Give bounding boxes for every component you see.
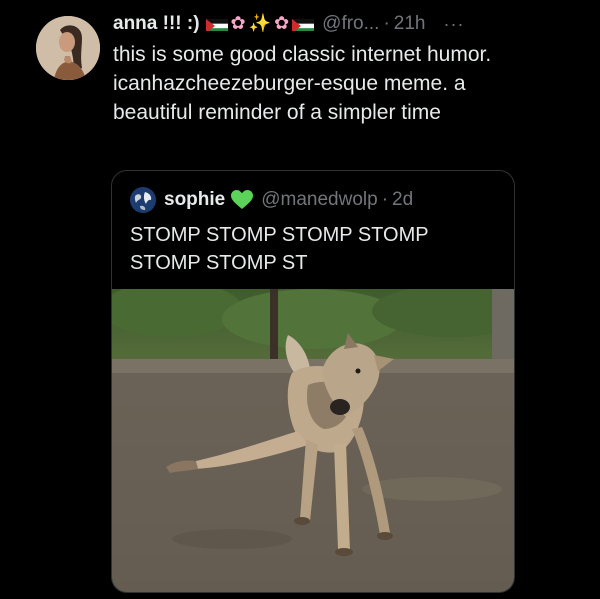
palestine-flag-icon (205, 17, 228, 31)
separator-dot: · (383, 13, 390, 34)
author-handle[interactable]: @fro... (322, 13, 379, 35)
earth-globe-icon (130, 187, 156, 213)
separator-dot: · (381, 189, 389, 210)
more-options-icon[interactable]: ··· (443, 14, 464, 35)
palestine-flag-icon (292, 17, 315, 31)
wolf-photo[interactable] (112, 289, 514, 592)
quoted-tweet-header: sophie @manedwolp · 2d (130, 185, 413, 215)
avatar-portrait-icon (36, 16, 100, 80)
quoted-tweet-card[interactable]: sophie @manedwolp · 2d STOMP STOMP STOMP… (111, 170, 515, 593)
quote-avatar[interactable] (130, 187, 156, 213)
quote-author-handle[interactable]: @manedwolp (261, 189, 377, 211)
quote-author-name[interactable]: sophie (164, 189, 225, 211)
quote-timestamp[interactable]: 2d (392, 189, 413, 211)
cherry-blossom-icon: ✿ (274, 13, 290, 34)
timestamp[interactable]: 21h (394, 13, 426, 35)
avatar[interactable] (36, 16, 100, 80)
green-heart-icon (231, 190, 254, 210)
cherry-blossom-icon: ✿ (230, 13, 246, 34)
author-name[interactable]: anna !!! :) (113, 13, 200, 35)
quote-text: STOMP STOMP STOMP STOMP STOMP STOMP ST (130, 224, 429, 274)
name-emoji-decorations: ✿ ✨ ✿ (205, 13, 315, 34)
tweet-text: this is some good classic internet humor… (113, 43, 492, 124)
wolf-photo-image (112, 289, 514, 592)
sparkles-icon: ✨ (248, 13, 272, 34)
tweet-header: anna !!! :) ✿ ✨ ✿ @fro... · 21h ··· (113, 10, 593, 38)
tweet: anna !!! :) ✿ ✨ ✿ @fro... · 21h ··· this… (0, 0, 600, 599)
